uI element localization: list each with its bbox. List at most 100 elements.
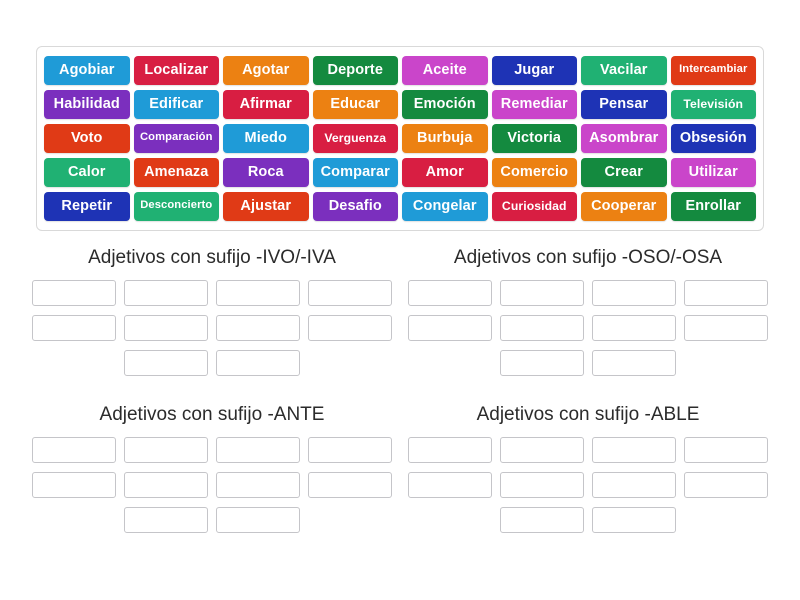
drop-slot[interactable]: [124, 506, 208, 533]
word-tile[interactable]: Verguenza: [312, 123, 398, 153]
drop-slots-0: [28, 279, 396, 376]
word-tile[interactable]: Comparar: [312, 157, 398, 187]
word-tile-tray: Agobiar Localizar Agotar Deporte Aceite Jugar…: [36, 46, 764, 231]
drop-slot[interactable]: [216, 279, 300, 306]
word-tile[interactable]: Vacilar: [581, 55, 667, 85]
word-tile[interactable]: Roca: [223, 157, 309, 187]
word-tile[interactable]: Amenaza: [133, 157, 219, 187]
drop-slot[interactable]: [500, 471, 584, 498]
word-tile[interactable]: Pensar: [581, 89, 667, 119]
category-title-2: Adjetivos con sufijo -ANTE: [99, 404, 325, 425]
drop-slot[interactable]: [684, 471, 768, 498]
slot-row: [28, 279, 396, 306]
word-tile[interactable]: Localizar: [133, 55, 219, 85]
drop-slot[interactable]: [308, 314, 392, 341]
word-tile[interactable]: Amor: [402, 157, 488, 187]
category-title-1: Adjetivos con sufijo -OSO/-OSA: [453, 247, 723, 268]
drop-slot[interactable]: [216, 436, 300, 463]
drop-slot[interactable]: [408, 436, 492, 463]
drop-slot[interactable]: [308, 471, 392, 498]
word-tile[interactable]: Agotar: [223, 55, 309, 85]
slot-row: [28, 436, 396, 463]
word-tile[interactable]: Enrollar: [670, 191, 756, 221]
word-tile[interactable]: Comparación: [133, 123, 219, 153]
drop-slot[interactable]: [592, 349, 676, 376]
drop-slots-3: [404, 436, 772, 533]
drop-slot[interactable]: [216, 471, 300, 498]
word-tile[interactable]: Desafio: [312, 191, 398, 221]
drop-slot[interactable]: [308, 279, 392, 306]
word-tile[interactable]: Utilizar: [670, 157, 756, 187]
drop-slot[interactable]: [308, 436, 392, 463]
word-tile[interactable]: Agobiar: [44, 55, 130, 85]
word-tile[interactable]: Educar: [312, 89, 398, 119]
drop-slot[interactable]: [592, 314, 676, 341]
drop-slot[interactable]: [500, 349, 584, 376]
word-tile[interactable]: Comercio: [491, 157, 577, 187]
word-tile[interactable]: Miedo: [223, 123, 309, 153]
drop-slot[interactable]: [592, 279, 676, 306]
drop-slot[interactable]: [592, 471, 676, 498]
category-group-1: Adjetivos con sufijo -OSO/-OSA: [404, 247, 772, 385]
word-tile[interactable]: Remediar: [491, 89, 577, 119]
drop-slot[interactable]: [32, 279, 116, 306]
drop-slot[interactable]: [684, 436, 768, 463]
category-group-0: Adjetivos con sufijo -IVO/-IVA: [28, 247, 396, 385]
drop-slot[interactable]: [124, 314, 208, 341]
word-tile[interactable]: Afirmar: [223, 89, 309, 119]
word-tile[interactable]: Repetir: [44, 191, 130, 221]
drop-slot[interactable]: [124, 349, 208, 376]
drop-slot[interactable]: [124, 279, 208, 306]
word-tile[interactable]: Intercambiar: [670, 55, 756, 85]
drop-slot[interactable]: [216, 314, 300, 341]
word-tile[interactable]: Jugar: [491, 55, 577, 85]
word-tile[interactable]: Calor: [44, 157, 130, 187]
drop-slot[interactable]: [592, 436, 676, 463]
drop-slot[interactable]: [500, 506, 584, 533]
tile-row: Calor Amenaza Roca Comparar Amor Comercio Crea…: [42, 155, 758, 189]
word-tile[interactable]: Televisión: [670, 89, 756, 119]
drop-slot[interactable]: [216, 349, 300, 376]
drop-slot[interactable]: [500, 279, 584, 306]
slot-row: [404, 279, 772, 306]
word-tile[interactable]: Habilidad: [44, 89, 130, 119]
slot-row: [404, 349, 772, 376]
drop-slot[interactable]: [32, 471, 116, 498]
drop-slots-1: [404, 279, 772, 376]
word-tile[interactable]: Congelar: [402, 191, 488, 221]
word-tile[interactable]: Victoria: [491, 123, 577, 153]
slot-row: [28, 314, 396, 341]
slot-row: [28, 349, 396, 376]
word-tile[interactable]: Deporte: [312, 55, 398, 85]
drop-slot[interactable]: [408, 279, 492, 306]
word-tile[interactable]: Aceite: [402, 55, 488, 85]
drop-slot[interactable]: [124, 436, 208, 463]
word-tile[interactable]: Curiosidad: [491, 191, 577, 221]
word-tile[interactable]: Edificar: [133, 89, 219, 119]
word-tile[interactable]: Voto: [44, 123, 130, 153]
category-title-0: Adjetivos con sufijo -IVO/-IVA: [88, 247, 336, 268]
drop-slot[interactable]: [216, 506, 300, 533]
drop-slot[interactable]: [408, 471, 492, 498]
word-tile[interactable]: Desconcierto: [133, 191, 219, 221]
drop-slot[interactable]: [408, 314, 492, 341]
category-group-3: Adjetivos con sufijo -ABLE: [404, 404, 772, 542]
word-tile[interactable]: Ajustar: [223, 191, 309, 221]
word-tile[interactable]: Emoción: [402, 89, 488, 119]
word-tile[interactable]: Burbuja: [402, 123, 488, 153]
drop-slot[interactable]: [684, 314, 768, 341]
drop-slot[interactable]: [500, 314, 584, 341]
slot-row: [404, 436, 772, 463]
category-group-2: Adjetivos con sufijo -ANTE: [28, 404, 396, 542]
word-tile[interactable]: Asombrar: [581, 123, 667, 153]
drop-slot[interactable]: [684, 279, 768, 306]
drop-slot[interactable]: [32, 436, 116, 463]
word-tile[interactable]: Cooperar: [581, 191, 667, 221]
drop-slot[interactable]: [500, 436, 584, 463]
word-tile[interactable]: Obsesión: [670, 123, 756, 153]
drop-slot[interactable]: [592, 506, 676, 533]
group-sort-activity: Agobiar Localizar Agotar Deporte Aceite Jugar…: [0, 0, 800, 600]
drop-slot[interactable]: [32, 314, 116, 341]
word-tile[interactable]: Crear: [581, 157, 667, 187]
drop-slot[interactable]: [124, 471, 208, 498]
